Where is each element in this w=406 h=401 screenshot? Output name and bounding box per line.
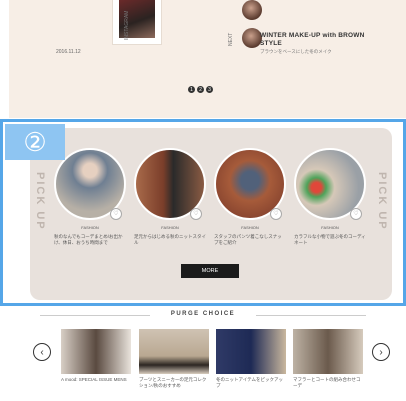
side-label: INSTAGRAM <box>124 10 130 40</box>
heart-icon[interactable]: ♡ <box>350 208 362 220</box>
heart-icon[interactable]: ♡ <box>190 208 202 220</box>
carousel-next-button[interactable]: › <box>372 343 390 361</box>
article-date: 2016.11.12 <box>56 49 81 55</box>
choice-card[interactable]: マフラーとコートの組み合わせコーデ <box>293 329 363 389</box>
pickup-category: FASHION <box>321 225 339 230</box>
choice-image[interactable] <box>216 329 286 374</box>
heart-icon[interactable]: ♡ <box>110 208 122 220</box>
pager-dot-2[interactable]: 2 <box>197 86 204 93</box>
choice-text[interactable]: ブーツとスニーカーの足元コレクション/秋のおすすめ <box>139 377 209 389</box>
highlight-number-badge: ② <box>5 124 65 160</box>
next-article-title[interactable]: WINTER MAKE-UP with BROWN STYLE <box>260 32 370 48</box>
choice-text[interactable]: A mood: SPECIAL ISSUE MENS <box>61 377 131 383</box>
pickup-card[interactable]: ♡ FASHION 秋のなんでもコーデまとめ/お出かけ、休日、おうち時間まで <box>54 148 126 256</box>
choice-text[interactable]: 冬のニットアイテムをピックアップ <box>216 377 286 389</box>
heart-icon[interactable]: ♡ <box>270 208 282 220</box>
purge-choice-title: PURGE CHOICE <box>170 311 236 317</box>
top-article-section <box>9 0 406 118</box>
choice-card[interactable]: A mood: SPECIAL ISSUE MENS <box>61 329 131 383</box>
next-label: NEXT <box>228 32 234 46</box>
pickup-right-label: PICK UP <box>376 172 388 231</box>
pickup-text[interactable]: スタッフのパンツ着こなしスナップをご紹介 <box>214 234 286 246</box>
pager: 1 2 3 <box>188 86 213 93</box>
choice-image[interactable] <box>61 329 131 374</box>
top-article-photo[interactable] <box>113 0 161 44</box>
choice-text[interactable]: マフラーとコートの組み合わせコーデ <box>293 377 363 389</box>
pickup-text[interactable]: 足元からはじめる秋のニットスタイル <box>134 234 206 246</box>
more-button[interactable]: MORE <box>181 264 239 278</box>
pickup-text[interactable]: 秋のなんでもコーデまとめ/お出かけ、休日、おうち時間まで <box>54 234 126 246</box>
pickup-card[interactable]: ♡ FASHION スタッフのパンツ着こなしスナップをご紹介 <box>214 148 286 256</box>
pickup-category: FASHION <box>81 225 99 230</box>
pickup-category: FASHION <box>241 225 259 230</box>
choice-card[interactable]: ブーツとスニーカーの足元コレクション/秋のおすすめ <box>139 329 209 389</box>
pickup-category: FASHION <box>161 225 179 230</box>
choice-image[interactable] <box>139 329 209 374</box>
pickup-card[interactable]: ♡ FASHION 足元からはじめる秋のニットスタイル <box>134 148 206 256</box>
next-thumb-2[interactable] <box>242 28 262 48</box>
pager-dot-3[interactable]: 3 <box>206 86 213 93</box>
pickup-text[interactable]: カラフルな小物で遊ぶ冬のコーディネート <box>294 234 366 246</box>
next-thumb-1[interactable] <box>242 0 262 20</box>
pager-dot-1[interactable]: 1 <box>188 86 195 93</box>
carousel-prev-button[interactable]: ‹ <box>33 343 51 361</box>
choice-image[interactable] <box>293 329 363 374</box>
choice-card[interactable]: 冬のニットアイテムをピックアップ <box>216 329 286 389</box>
pickup-left-label: PICK UP <box>34 172 46 231</box>
next-article-sub: ブラウンをベースにした冬のメイク <box>260 49 332 54</box>
pickup-card[interactable]: ♡ FASHION カラフルな小物で遊ぶ冬のコーディネート <box>294 148 366 256</box>
